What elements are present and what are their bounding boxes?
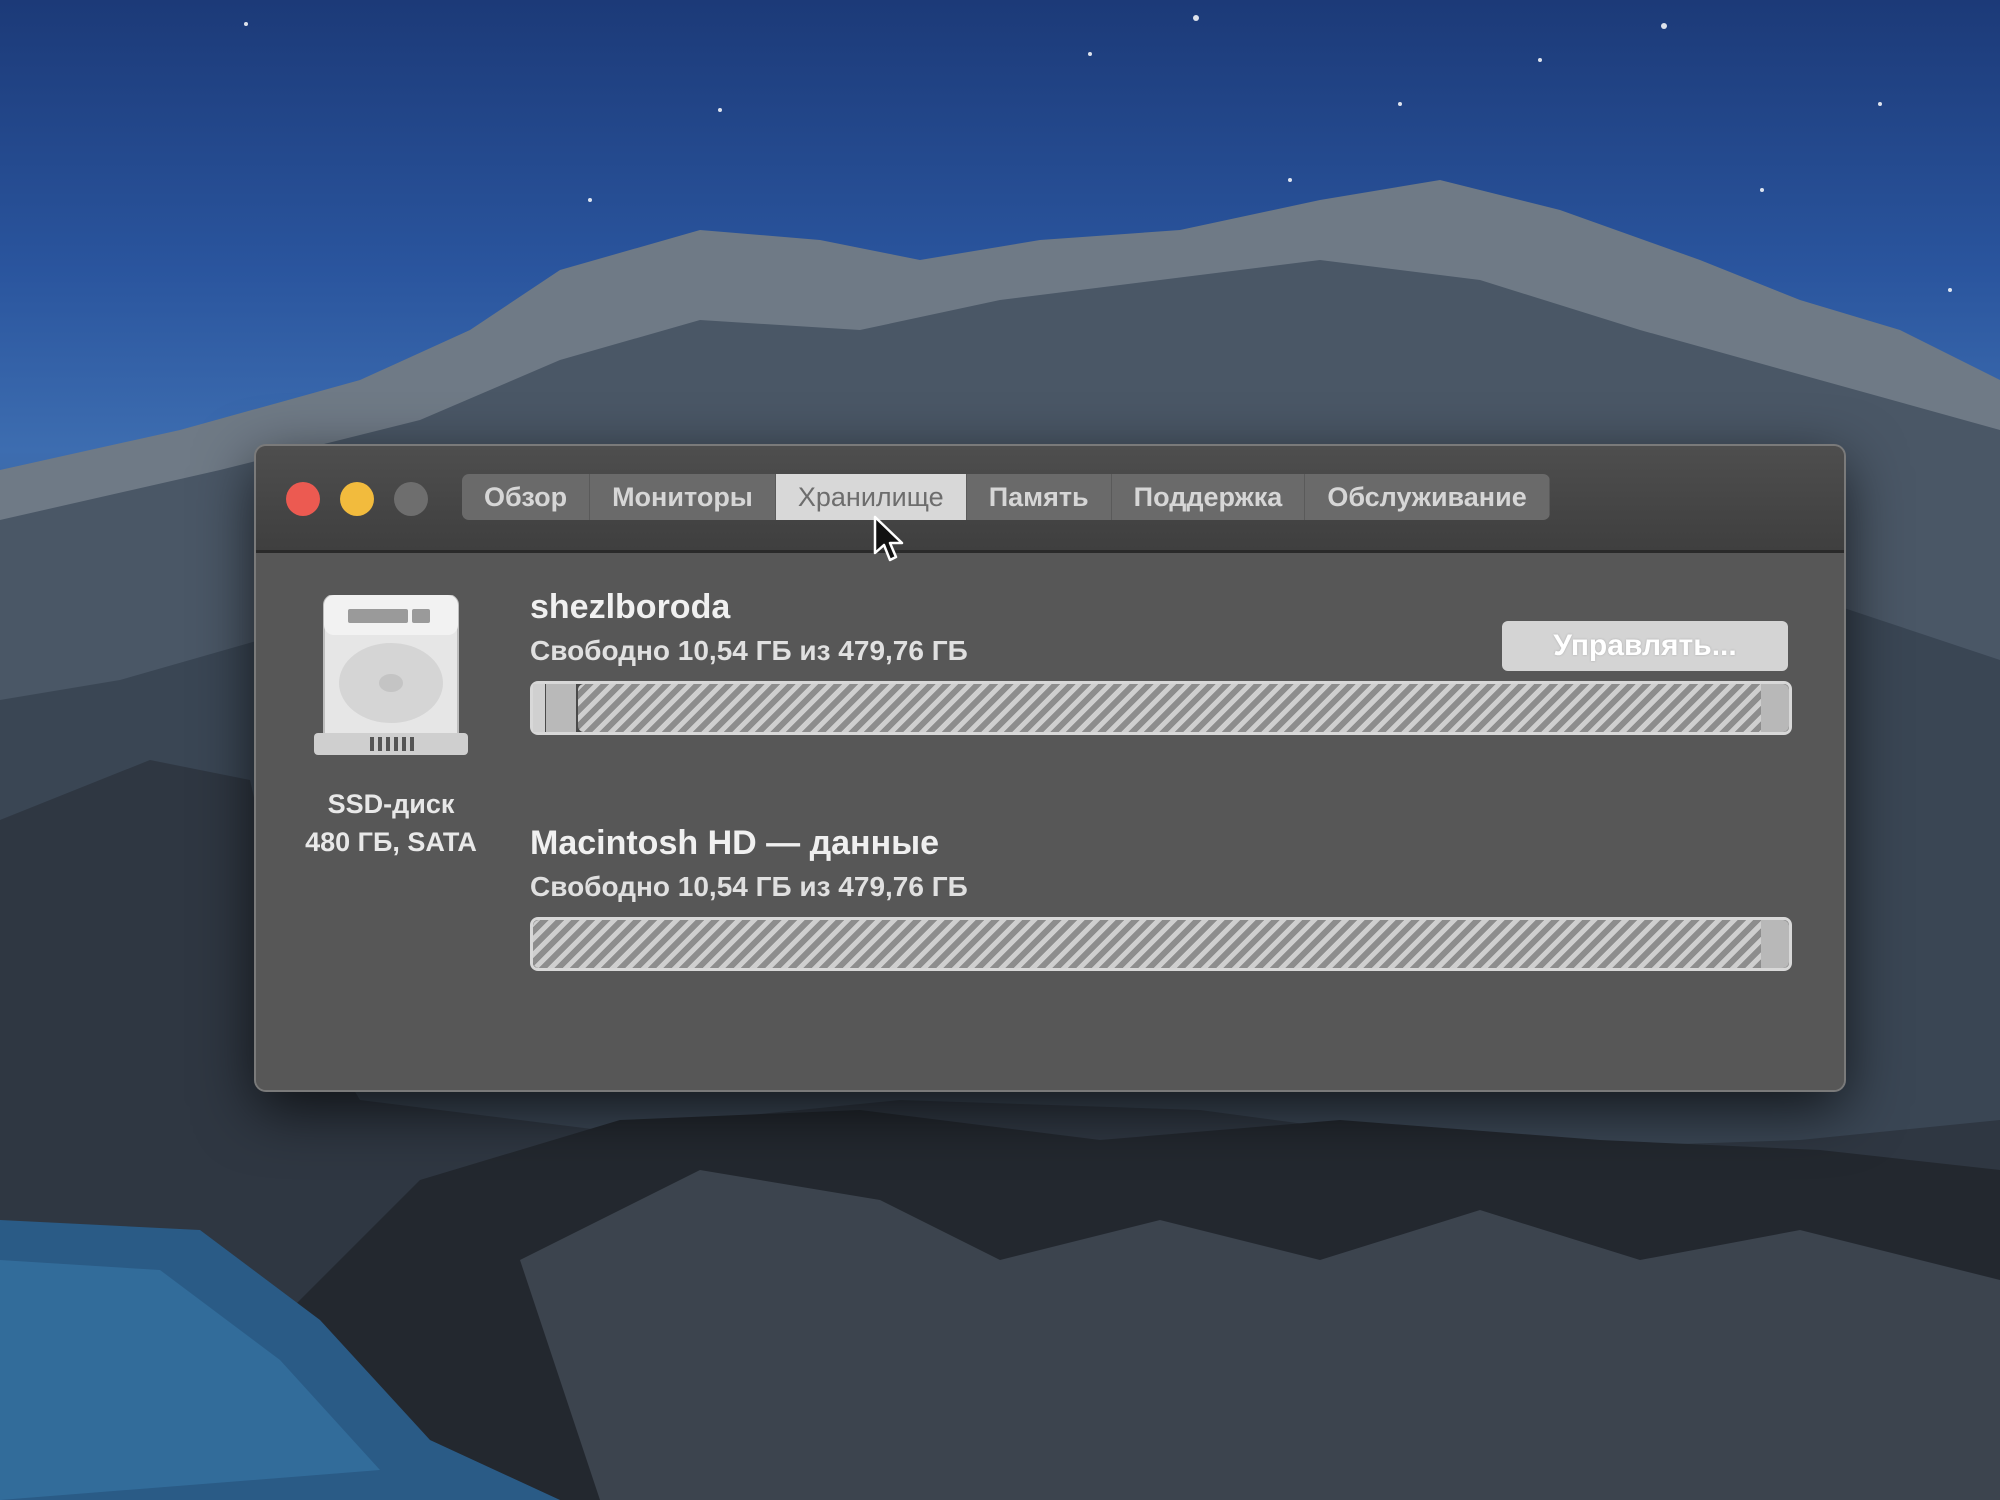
usage-segment-free (1761, 920, 1789, 968)
mouse-pointer-icon (873, 515, 904, 562)
storage-pane: SSD-диск 480 ГБ, SATA shezlboroda Свобод… (256, 553, 1844, 1090)
tab-storage[interactable]: Хранилище (775, 474, 967, 520)
disk-label: SSD-диск 480 ГБ, SATA (276, 785, 506, 861)
system-info-window: Обзор Мониторы Хранилище Память Поддержк… (256, 446, 1844, 1090)
volume-name: Macintosh HD — данные (530, 824, 940, 862)
disk-type: SSD-диск (327, 789, 455, 819)
zoom-button[interactable] (394, 482, 428, 516)
tab-displays[interactable]: Мониторы (590, 474, 776, 520)
tab-overview[interactable]: Обзор (462, 474, 591, 520)
usage-segment-free (1761, 684, 1789, 732)
usage-segment-apps (546, 684, 576, 732)
usage-segment-other (533, 920, 1761, 968)
hard-drive-icon (314, 595, 468, 755)
volume-entry: Macintosh HD — данные Свободно 10,54 ГБ … (530, 821, 1794, 971)
disk-spec: 480 ГБ, SATA (305, 827, 477, 857)
usage-segment-other (578, 684, 1761, 732)
usage-segment-system (533, 684, 545, 732)
close-button[interactable] (286, 482, 320, 516)
tab-memory[interactable]: Память (967, 474, 1112, 520)
tab-service[interactable]: Обслуживание (1305, 474, 1550, 520)
storage-usage-bar (530, 681, 1792, 735)
tab-support[interactable]: Поддержка (1112, 474, 1306, 520)
manage-button[interactable]: Управлять... (1502, 621, 1788, 671)
title-bar: Обзор Мониторы Хранилище Память Поддержк… (256, 446, 1844, 553)
minimize-button[interactable] (340, 482, 374, 516)
storage-usage-bar (530, 917, 1792, 971)
tab-bar: Обзор Мониторы Хранилище Память Поддержк… (462, 474, 1550, 520)
volume-free-space: Свободно 10,54 ГБ из 479,76 ГБ (530, 871, 968, 902)
